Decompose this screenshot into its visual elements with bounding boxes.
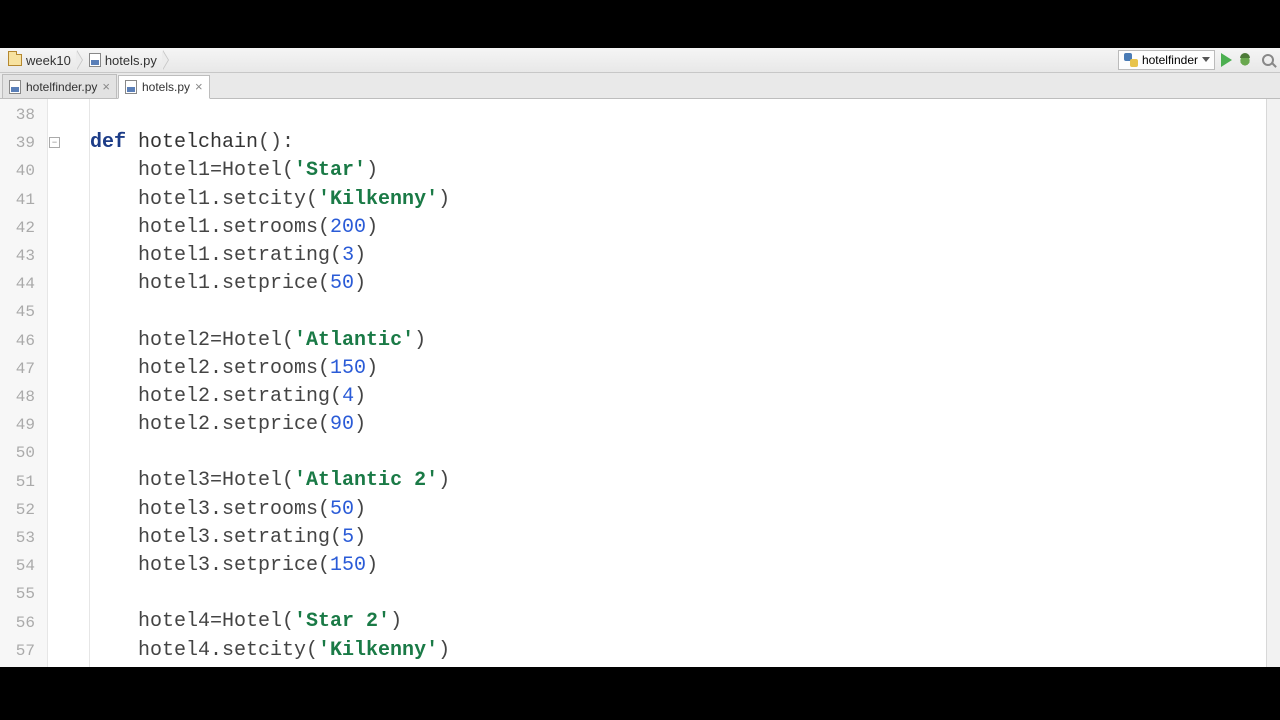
code-line[interactable] — [90, 101, 1266, 129]
code-line[interactable]: hotel3.setprice(150) — [90, 552, 1266, 580]
code-line[interactable]: hotel1.setrating(3) — [90, 242, 1266, 270]
code-text[interactable]: def hotelchain(): hotel1=Hotel('Star') h… — [90, 99, 1266, 667]
tab-hotels[interactable]: hotels.py × — [118, 75, 210, 99]
breadcrumb-toolbar: week10 hotels.py hotelfinder — [0, 48, 1280, 73]
code-line[interactable]: hotel4=Hotel('Star 2') — [90, 608, 1266, 636]
python-file-icon — [9, 80, 21, 94]
right-gutter — [1266, 99, 1280, 667]
gutter-separator — [62, 99, 90, 667]
python-file-icon — [89, 53, 101, 67]
fold-toggle[interactable]: − — [49, 137, 60, 148]
chevron-down-icon — [1202, 57, 1210, 62]
code-line[interactable]: hotel3.setrating(5) — [90, 524, 1266, 552]
code-line[interactable]: hotel1.setrooms(200) — [90, 214, 1266, 242]
tab-label: hotelfinder.py — [26, 80, 97, 94]
code-line[interactable]: hotel2.setrating(4) — [90, 383, 1266, 411]
fold-gutter: − — [48, 99, 62, 667]
code-line[interactable]: hotel2.setrooms(150) — [90, 355, 1266, 383]
code-line[interactable]: hotel2.setprice(90) — [90, 411, 1266, 439]
code-line[interactable] — [90, 580, 1266, 608]
breadcrumb-label: hotels.py — [105, 53, 157, 68]
python-file-icon — [125, 80, 137, 94]
toolbar-right: hotelfinder — [1118, 50, 1276, 70]
code-line[interactable] — [90, 298, 1266, 326]
code-line[interactable]: hotel1=Hotel('Star') — [90, 157, 1266, 185]
run-button[interactable] — [1221, 53, 1232, 67]
code-line[interactable]: hotel3=Hotel('Atlantic 2') — [90, 467, 1266, 495]
line-number-gutter: 3839404142434445464748495051525354555657 — [0, 99, 48, 667]
breadcrumb-file[interactable]: hotels.py — [85, 48, 163, 72]
debug-button[interactable] — [1238, 53, 1252, 67]
tab-label: hotels.py — [142, 80, 190, 94]
tab-hotelfinder[interactable]: hotelfinder.py × — [2, 74, 117, 98]
folder-icon — [8, 54, 22, 66]
code-line[interactable]: hotel1.setcity('Kilkenny') — [90, 186, 1266, 214]
code-line[interactable]: def hotelchain(): — [90, 129, 1266, 157]
breadcrumb-label: week10 — [26, 53, 71, 68]
code-line[interactable] — [90, 439, 1266, 467]
search-icon[interactable] — [1262, 54, 1274, 66]
breadcrumb-folder[interactable]: week10 — [4, 48, 77, 72]
code-line[interactable]: hotel3.setrooms(50) — [90, 496, 1266, 524]
code-editor[interactable]: 3839404142434445464748495051525354555657… — [0, 99, 1280, 667]
ide-window: week10 hotels.py hotelfinder hotelfinder… — [0, 48, 1280, 667]
run-config-label: hotelfinder — [1142, 53, 1198, 67]
python-icon — [1124, 53, 1138, 67]
close-icon[interactable]: × — [102, 80, 110, 93]
run-configuration-dropdown[interactable]: hotelfinder — [1118, 50, 1215, 70]
code-line[interactable]: hotel4.setcity('Kilkenny') — [90, 637, 1266, 665]
close-icon[interactable]: × — [195, 80, 203, 93]
code-line[interactable]: hotel1.setprice(50) — [90, 270, 1266, 298]
editor-tabs: hotelfinder.py × hotels.py × — [0, 73, 1280, 99]
code-line[interactable]: hotel2=Hotel('Atlantic') — [90, 327, 1266, 355]
